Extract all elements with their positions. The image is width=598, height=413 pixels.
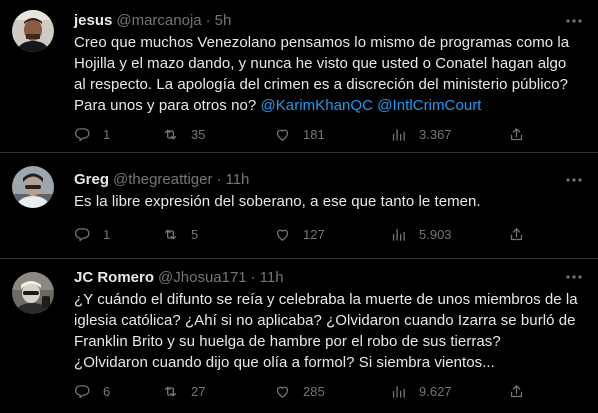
tweet-header: Greg @thegreattiger · 11h bbox=[74, 169, 586, 189]
retweet-count: 27 bbox=[191, 383, 206, 399]
retweet-count: 35 bbox=[191, 126, 206, 142]
reply-button[interactable]: 1 bbox=[74, 224, 110, 244]
mention-link[interactable]: @KarimKhanQC bbox=[260, 97, 373, 114]
timestamp[interactable]: 5h bbox=[215, 12, 232, 29]
timestamp[interactable]: 11h bbox=[225, 171, 249, 188]
author-name[interactable]: JC Romero bbox=[74, 269, 154, 286]
author-handle[interactable]: @Jhosua171 bbox=[158, 269, 247, 286]
tweet-line: iglesia católica? ¿Ahí si no aplicaba? ¿… bbox=[74, 312, 576, 329]
tweet-line: ¿Olvidaron cuando dijo que olía a formol… bbox=[74, 354, 495, 371]
views-count: 3.367 bbox=[419, 126, 452, 142]
retweet-icon bbox=[164, 129, 177, 139]
share-icon bbox=[510, 384, 523, 397]
tweet-actions: 1 35 181 3.367 bbox=[72, 124, 532, 144]
separator: · bbox=[250, 268, 256, 286]
views-count: 5.903 bbox=[419, 226, 452, 242]
views-button[interactable]: 3.367 bbox=[390, 124, 452, 144]
views-button[interactable]: 9.627 bbox=[390, 381, 452, 401]
views-count: 9.627 bbox=[419, 383, 452, 399]
retweet-button[interactable]: 35 bbox=[162, 124, 205, 144]
tweet-text: ¿Y cuándo el difunto se reía y celebraba… bbox=[74, 289, 586, 373]
tweet-line: Franklin Brito y su huelga de hambre por… bbox=[74, 333, 501, 350]
author-handle[interactable]: @thegreattiger bbox=[113, 171, 212, 188]
retweet-button[interactable]: 5 bbox=[162, 224, 198, 244]
tweet-actions: 1 5 127 5.903 bbox=[72, 224, 532, 244]
author-name[interactable]: jesus bbox=[74, 12, 112, 29]
avatar[interactable] bbox=[12, 10, 54, 52]
views-button[interactable]: 5.903 bbox=[390, 224, 452, 244]
retweet-icon bbox=[164, 386, 177, 396]
timestamp[interactable]: 11h bbox=[260, 269, 284, 286]
reply-icon bbox=[74, 227, 90, 241]
avatar[interactable] bbox=[12, 272, 54, 314]
separator: · bbox=[216, 170, 222, 188]
like-button[interactable]: 181 bbox=[274, 124, 325, 144]
like-count: 127 bbox=[303, 226, 325, 242]
tweet-header: JC Romero @Jhosua171 · 11h bbox=[74, 267, 586, 287]
heart-icon bbox=[276, 386, 289, 398]
reply-icon bbox=[74, 384, 90, 398]
tweet-line: ¿Y cuándo el difunto se reía y celebraba… bbox=[74, 291, 578, 308]
tweet-actions: 6 27 285 9.627 bbox=[72, 381, 532, 401]
views-icon bbox=[392, 385, 405, 398]
author-name[interactable]: Greg bbox=[74, 171, 109, 188]
reply-icon bbox=[74, 127, 90, 141]
reply-count: 1 bbox=[103, 226, 111, 242]
tweet-line: Hojilla y el mazo dando, y nunca he vist… bbox=[74, 55, 567, 72]
reply-button[interactable]: 1 bbox=[74, 124, 110, 144]
heart-icon bbox=[276, 229, 289, 241]
reply-button[interactable]: 6 bbox=[74, 381, 110, 401]
views-icon bbox=[392, 128, 405, 141]
author-handle[interactable]: @marcanoja bbox=[116, 12, 201, 29]
tweet-1[interactable]: jesus @marcanoja · 5h Creo que muchos Ve… bbox=[0, 0, 598, 153]
views-icon bbox=[392, 228, 405, 241]
reply-count: 6 bbox=[103, 383, 111, 399]
mention-link[interactable]: @IntlCrimCourt bbox=[377, 97, 481, 114]
tweet-line: Creo que muchos Venezolano pensamos lo m… bbox=[74, 34, 570, 51]
like-count: 181 bbox=[303, 126, 325, 142]
tweet-2[interactable]: Greg @thegreattiger · 11h Es la libre ex… bbox=[0, 153, 598, 259]
share-button[interactable] bbox=[508, 224, 525, 244]
tweet-3[interactable]: JC Romero @Jhosua171 · 11h ¿Y cuándo el … bbox=[0, 259, 598, 413]
share-button[interactable] bbox=[508, 381, 525, 401]
like-button[interactable]: 285 bbox=[274, 381, 325, 401]
tweet-line-text: Para unos y para otros no? bbox=[74, 97, 257, 114]
like-button[interactable]: 127 bbox=[274, 224, 325, 244]
like-count: 285 bbox=[303, 383, 325, 399]
tweet-text: Es la libre expresión del soberano, a es… bbox=[74, 191, 586, 212]
retweet-button[interactable]: 27 bbox=[162, 381, 205, 401]
tweet-line: al respecto. La apología del crimen es a… bbox=[74, 76, 569, 93]
share-icon bbox=[510, 227, 523, 240]
avatar[interactable] bbox=[12, 166, 54, 208]
share-icon bbox=[510, 127, 523, 140]
tweet-text: Creo que muchos Venezolano pensamos lo m… bbox=[74, 32, 586, 116]
heart-icon bbox=[276, 129, 289, 141]
retweet-count: 5 bbox=[191, 226, 199, 242]
tweet-header: jesus @marcanoja · 5h bbox=[74, 10, 586, 30]
share-button[interactable] bbox=[508, 124, 525, 144]
tweet-line: Para unos y para otros no? @KarimKhanQC … bbox=[74, 95, 586, 116]
tweet-line: Es la libre expresión del soberano, a es… bbox=[74, 193, 481, 210]
reply-count: 1 bbox=[103, 126, 111, 142]
separator: · bbox=[205, 11, 211, 29]
retweet-icon bbox=[164, 229, 177, 239]
